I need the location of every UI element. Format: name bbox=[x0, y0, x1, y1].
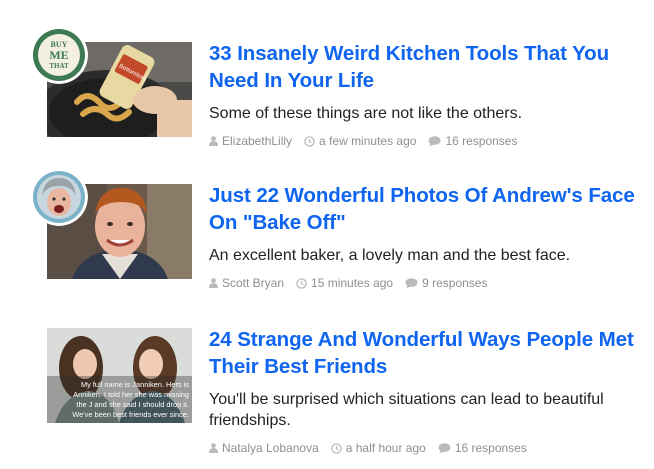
article-feed: Bottomless BUY ME THAT 33 Insanely Weird… bbox=[0, 0, 654, 469]
caption-line-4: We've been best friends ever since. bbox=[72, 410, 189, 419]
user-icon bbox=[209, 443, 218, 453]
time-text: 15 minutes ago bbox=[311, 276, 394, 290]
article-description: You'll be surprised which situations can… bbox=[209, 391, 604, 429]
article-meta: Scott Bryan 15 minutes ago 9 responses bbox=[209, 275, 639, 291]
comment-icon bbox=[405, 277, 418, 288]
article-description: An excellent baker, a lovely man and the… bbox=[209, 247, 571, 264]
author[interactable]: Scott Bryan bbox=[209, 275, 284, 291]
article-content: 24 Strange And Wonderful Ways People Met… bbox=[209, 326, 639, 456]
article-title-link[interactable]: 24 Strange And Wonderful Ways People Met… bbox=[209, 326, 639, 380]
article-description: Some of these things are not like the ot… bbox=[209, 105, 523, 122]
time-text: a half hour ago bbox=[345, 441, 426, 455]
responses[interactable]: 9 responses bbox=[405, 275, 487, 291]
article-meta: ElizabethLilly a few minutes ago 16 resp… bbox=[209, 133, 639, 149]
user-icon bbox=[209, 278, 218, 288]
article-content: Just 22 Wonderful Photos Of Andrew's Fac… bbox=[209, 182, 639, 291]
comment-icon bbox=[438, 442, 451, 453]
timestamp: a few minutes ago bbox=[304, 133, 416, 149]
responses[interactable]: 16 responses bbox=[428, 133, 517, 149]
badge-line-3: THAT bbox=[49, 62, 69, 70]
time-text: a few minutes ago bbox=[319, 134, 417, 148]
author[interactable]: ElizabethLilly bbox=[209, 133, 292, 149]
article-thumbnail[interactable]: My full name is Janniken. Hers is Annike… bbox=[47, 328, 192, 423]
author-name[interactable]: Scott Bryan bbox=[222, 275, 284, 291]
clock-icon bbox=[304, 135, 315, 147]
author[interactable]: Natalya Lobanova bbox=[209, 440, 319, 456]
responses-link[interactable]: 9 responses bbox=[422, 275, 487, 291]
caption-line-1: My full name is Janniken. Hers is bbox=[81, 380, 189, 389]
article-title-link[interactable]: Just 22 Wonderful Photos Of Andrew's Fac… bbox=[209, 182, 639, 236]
clock-icon bbox=[331, 442, 342, 454]
caption-line-3: the J and she said I should drop it. bbox=[76, 400, 189, 409]
responses[interactable]: 16 responses bbox=[438, 440, 527, 456]
timestamp: 15 minutes ago bbox=[296, 275, 393, 291]
user-icon bbox=[209, 136, 218, 146]
article-content: 33 Insanely Weird Kitchen Tools That You… bbox=[209, 40, 639, 149]
clock-icon bbox=[296, 277, 307, 289]
author-name[interactable]: ElizabethLilly bbox=[222, 133, 292, 149]
author-name[interactable]: Natalya Lobanova bbox=[222, 440, 319, 456]
best-friends-photo: My full name is Janniken. Hers is Annike… bbox=[47, 328, 192, 423]
caption-line-2: Anniken. I told her she was missing bbox=[73, 390, 189, 399]
responses-link[interactable]: 16 responses bbox=[455, 440, 527, 456]
comment-icon bbox=[428, 135, 441, 146]
reaction-face-badge[interactable] bbox=[30, 168, 88, 226]
timestamp: a half hour ago bbox=[331, 440, 426, 456]
responses-link[interactable]: 16 responses bbox=[445, 133, 517, 149]
article-title-link[interactable]: 33 Insanely Weird Kitchen Tools That You… bbox=[209, 40, 639, 94]
buy-me-that-badge[interactable]: BUY ME THAT bbox=[30, 26, 88, 84]
badge-line-2: ME bbox=[49, 48, 68, 62]
article-meta: Natalya Lobanova a half hour ago 16 resp… bbox=[209, 440, 639, 456]
